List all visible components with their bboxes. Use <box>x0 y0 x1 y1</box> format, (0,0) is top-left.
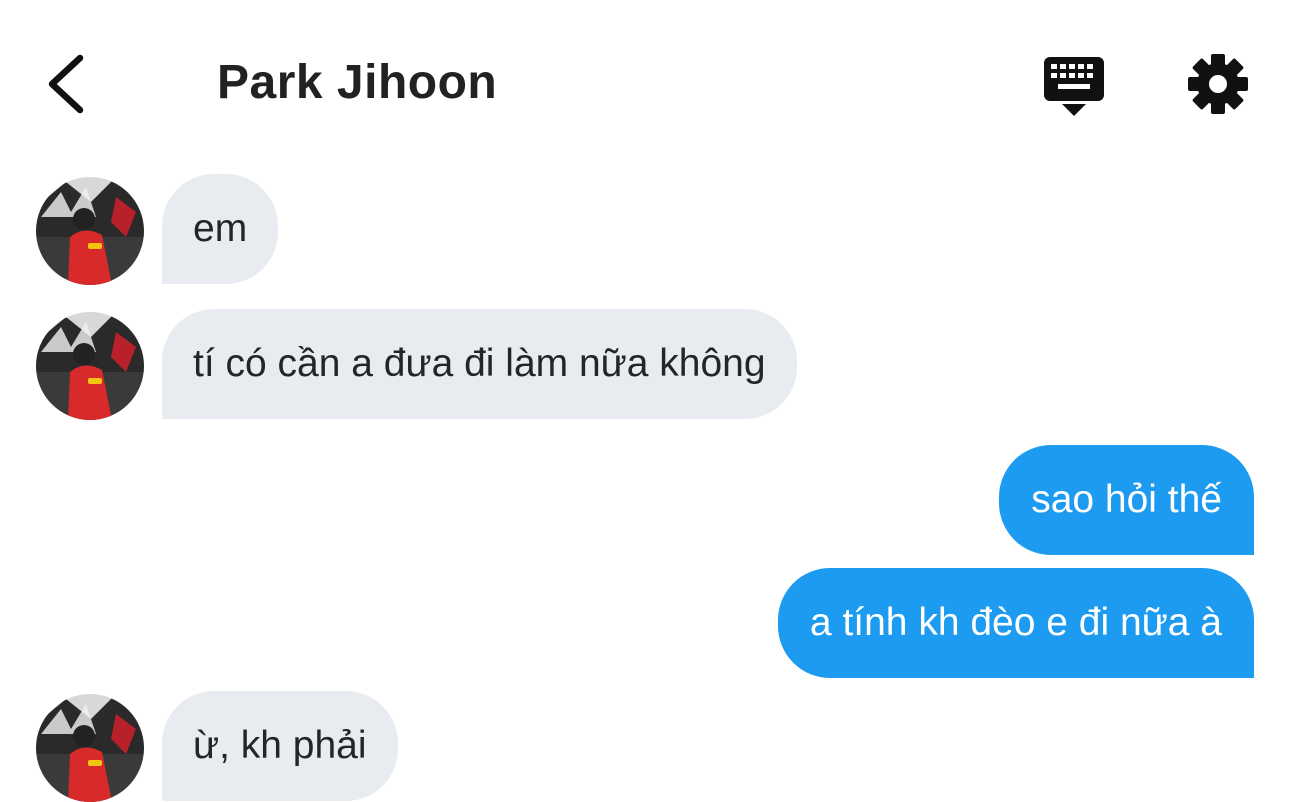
message-bubble-incoming[interactable]: tí có cần a đưa đi làm nữa không <box>162 309 797 419</box>
message-bubble-incoming[interactable]: em <box>162 174 279 284</box>
conversation-title: Park Jihoon <box>217 56 498 109</box>
message-bubble-outgoing[interactable]: sao hỏi thế <box>999 445 1254 555</box>
avatar[interactable] <box>36 312 144 420</box>
keyboard-hide-icon <box>1044 57 1104 116</box>
message-bubble-outgoing[interactable]: a tính kh đèo e đi nữa à <box>777 568 1254 678</box>
conversation-header: Park Jihoon <box>0 0 1290 160</box>
avatar-photo <box>36 177 144 285</box>
avatar-photo <box>36 694 144 802</box>
avatar[interactable] <box>36 694 144 802</box>
keyboard-toggle-button[interactable] <box>1040 54 1108 120</box>
avatar-photo <box>36 312 144 420</box>
chevron-left-icon <box>48 54 84 114</box>
avatar[interactable] <box>36 177 144 285</box>
message-bubble-incoming[interactable]: ừ, kh phải <box>162 691 398 801</box>
settings-button[interactable] <box>1186 52 1250 116</box>
back-button[interactable] <box>38 50 98 118</box>
gear-icon <box>1188 54 1248 114</box>
